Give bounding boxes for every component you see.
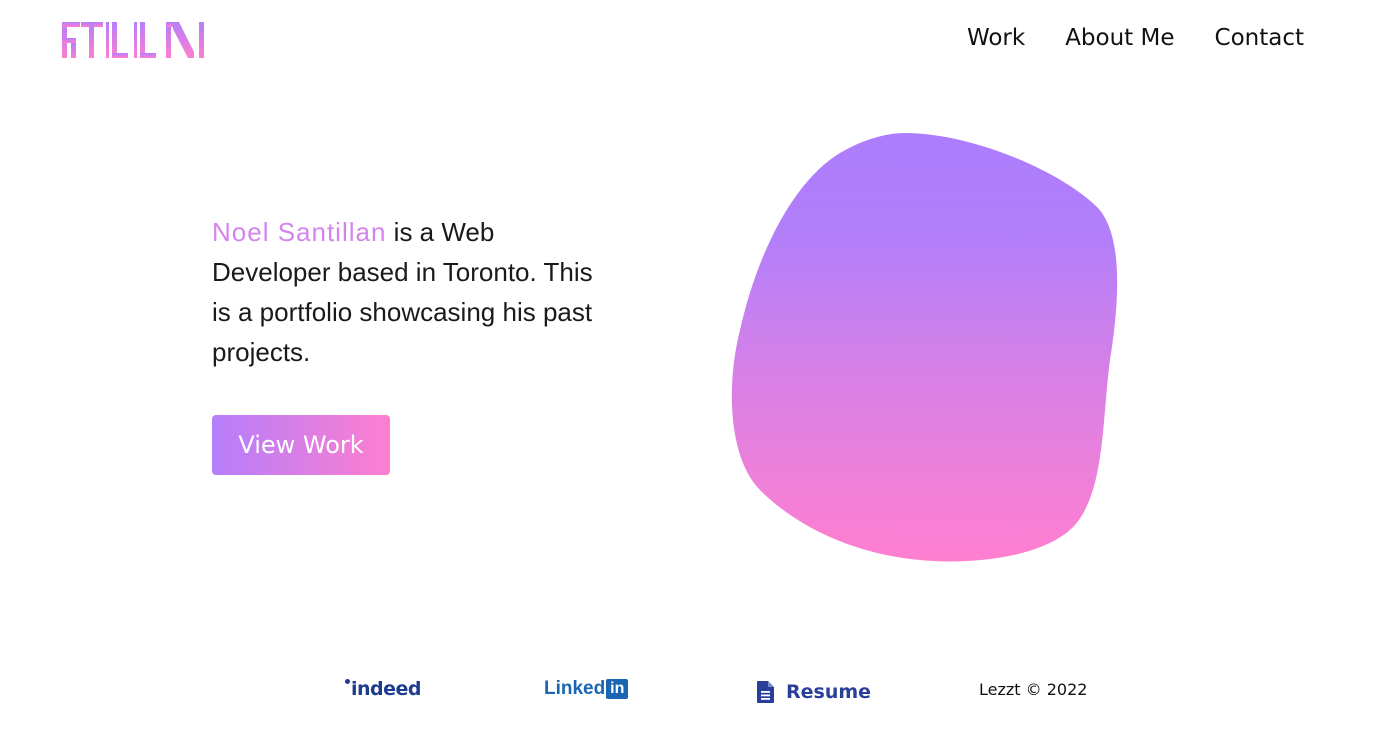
indeed-link[interactable]: indeed bbox=[345, 678, 422, 700]
linkedin-link[interactable]: Linked in bbox=[544, 678, 629, 700]
view-work-button[interactable]: View Work bbox=[212, 415, 390, 475]
linkedin-in-icon: in bbox=[606, 679, 629, 699]
document-icon bbox=[757, 681, 774, 703]
hero-intro: Noel Santillan is a Web Developer based … bbox=[212, 212, 612, 372]
main-nav: Work About Me Contact bbox=[967, 25, 1304, 51]
indeed-dot-icon bbox=[345, 678, 350, 684]
nav-link-work[interactable]: Work bbox=[967, 25, 1025, 51]
gradient-blob-graphic bbox=[731, 133, 1118, 562]
portfolio-page: Work About Me Contact Noel Santillan is … bbox=[0, 0, 1384, 738]
logo-mark-icon bbox=[62, 22, 204, 58]
site-logo[interactable] bbox=[62, 20, 208, 62]
copyright-text: Lezzt © 2022 bbox=[979, 680, 1088, 699]
nav-link-contact[interactable]: Contact bbox=[1215, 25, 1304, 51]
hero-name: Noel Santillan bbox=[212, 217, 387, 247]
site-footer: indeed Linked in Resume Lezzt © 2022 bbox=[0, 672, 1384, 712]
resume-link[interactable]: Resume bbox=[757, 681, 871, 703]
linkedin-logo-text: Linked bbox=[544, 678, 606, 699]
indeed-logo-text: indeed bbox=[351, 678, 422, 700]
resume-label: Resume bbox=[786, 681, 872, 703]
nav-link-about-me[interactable]: About Me bbox=[1065, 25, 1174, 51]
